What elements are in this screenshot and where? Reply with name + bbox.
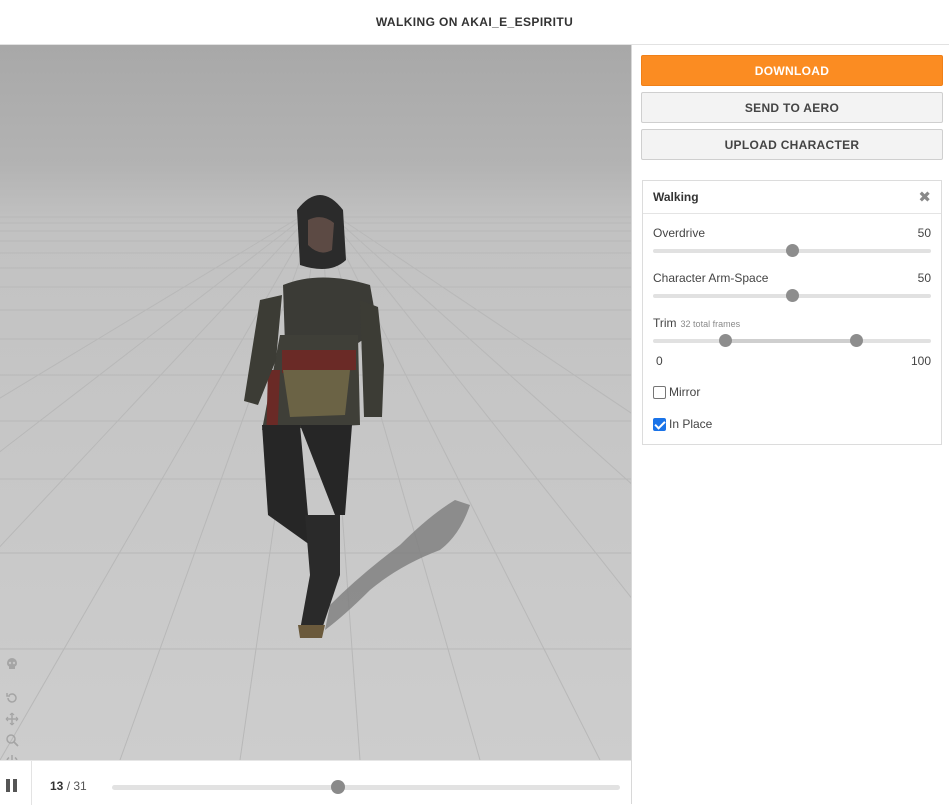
mirror-label: Mirror (669, 385, 701, 399)
current-frame: 13 (50, 779, 64, 793)
playback-timeline: 13 / 31 (0, 760, 631, 805)
download-button[interactable]: DOWNLOAD (641, 55, 943, 86)
trim-range-fill (725, 339, 856, 343)
in-place-label: In Place (669, 417, 713, 431)
overdrive-slider[interactable] (653, 244, 931, 257)
overdrive-value: 50 (917, 226, 931, 240)
trim-label: Trim 32 total frames (653, 316, 740, 330)
character-viewport[interactable] (0, 45, 632, 760)
trim-range-slider[interactable] (653, 334, 931, 347)
in-place-checkbox[interactable] (653, 417, 666, 431)
total-frames: / 31 (66, 779, 87, 793)
page-title: WALKING ON AKAI_E_ESPIRITU (375, 15, 574, 29)
upload-character-button[interactable]: UPLOAD CHARACTER (641, 129, 943, 160)
timeline-divider (31, 761, 32, 805)
timeline-scrubber-thumb[interactable] (331, 780, 346, 794)
trim-end-thumb[interactable] (849, 334, 863, 347)
arm-space-value: 50 (917, 271, 931, 285)
panel-title: Walking (653, 190, 699, 204)
trim-max-label: 100 (910, 354, 931, 368)
floor-grid (0, 195, 632, 760)
mirror-checkbox[interactable] (653, 385, 666, 399)
arm-space-label: Character Arm-Space (653, 271, 769, 285)
overdrive-slider-thumb[interactable] (786, 244, 799, 257)
character-model (244, 195, 384, 638)
frame-counter: 13 / 31 (50, 779, 87, 793)
arm-space-slider[interactable] (653, 289, 931, 302)
trim-start-thumb[interactable] (719, 334, 733, 347)
close-icon[interactable]: ✖ (918, 190, 931, 205)
move-icon[interactable] (4, 712, 20, 728)
mirror-option[interactable]: Mirror (653, 385, 700, 399)
overdrive-label: Overdrive (653, 226, 706, 240)
animation-settings-panel: Walking ✖ Overdrive 50 Character Arm-Spa… (642, 180, 942, 445)
zoom-icon[interactable] (4, 733, 20, 749)
panel-header: Walking ✖ (643, 181, 941, 214)
title-bar: WALKING ON AKAI_E_ESPIRITU (0, 0, 949, 45)
sidebar-divider (631, 45, 632, 804)
trim-min-label: 0 (656, 354, 663, 368)
skull-icon[interactable] (4, 657, 20, 673)
pause-icon[interactable] (5, 779, 19, 792)
in-place-option[interactable]: In Place (653, 417, 712, 431)
arm-space-slider-thumb[interactable] (786, 289, 799, 302)
trim-total-frames: 32 total frames (680, 319, 741, 329)
timeline-scrubber[interactable] (112, 780, 620, 794)
trim-label-text: Trim (653, 316, 677, 330)
send-to-aero-button[interactable]: SEND TO AERO (641, 92, 943, 123)
rotate-icon[interactable] (4, 691, 20, 707)
